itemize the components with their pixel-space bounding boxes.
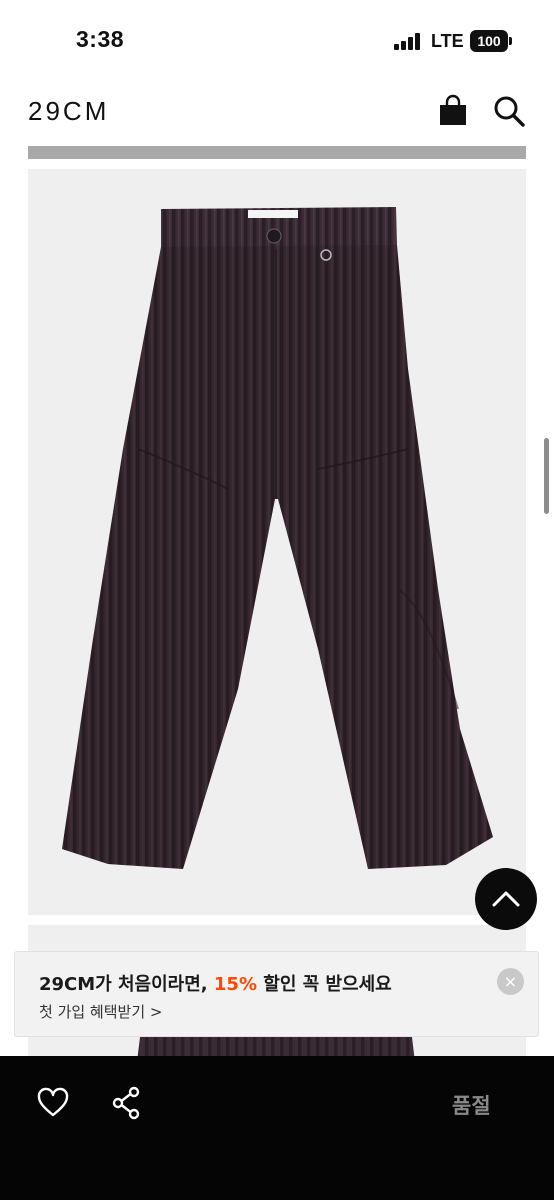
status-time: 3:38 [76,26,125,52]
signal-icon [394,33,422,50]
close-icon[interactable]: × [497,968,524,995]
scrollbar[interactable] [544,438,549,514]
banner-headline: 29CM가 처음이라면, 15% 할인 꼭 받으세요 [39,970,392,996]
battery-icon: 100 [470,30,508,52]
product-image[interactable] [28,169,526,915]
bottom-action-bar: 품절 [0,1056,554,1200]
share-icon[interactable] [110,1086,142,1120]
search-icon[interactable] [492,94,526,128]
signup-benefit-link[interactable]: 첫 가입 혜택받기 > [39,1001,162,1022]
sold-out-label: 품절 [452,1094,491,1118]
heart-icon[interactable] [36,1086,70,1120]
network-label: LTE [431,31,464,51]
headline-prefix: 29CM가 처음이라면, [39,974,214,995]
shopping-bag-icon[interactable] [436,94,470,128]
corduroy-pants-illustration [62,207,493,869]
chevron-up-icon [492,891,520,907]
battery-tip [509,37,512,45]
status-bar: 3:38 LTE 100 [0,0,554,80]
logo[interactable]: 29CM [28,96,109,127]
scroll-to-top-button[interactable] [475,868,537,930]
signup-promo-banner[interactable]: 29CM가 처음이라면, 15% 할인 꼭 받으세요 첫 가입 혜택받기 > × [14,951,539,1037]
app-header: 29CM [0,80,554,144]
previous-image-edge [28,146,526,159]
headline-suffix: 할인 꼭 받으세요 [257,974,392,995]
discount-rate: 15% [213,974,257,995]
